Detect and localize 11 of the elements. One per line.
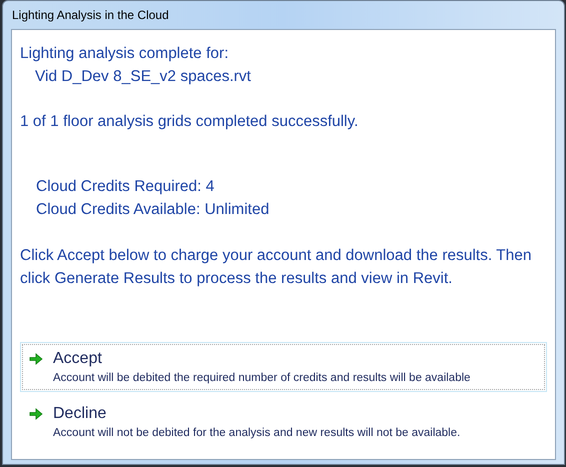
summary-text: 1 of 1 floor analysis grids completed successfully. — [20, 112, 358, 132]
credits-text: Cloud Credits Available: Unlimited — [36, 200, 270, 220]
command-link[interactable]: Decline Account will not be debited for the analysis and new results will not be available. — [20, 397, 547, 447]
heading-text: Lighting analysis complete for: — [20, 44, 229, 64]
arrow-icon — [29, 353, 43, 365]
credits-text: Cloud Credits Required: 4 — [36, 177, 214, 197]
window-title: Lighting Analysis in the Cloud — [11, 7, 169, 24]
instruction-text: Click Accept below to charge your account and download the results. Then click Generate Results to process the results and view in Revit. — [20, 246, 533, 289]
command-link[interactable]: Accept Account will be debited the required number of credits and results will be available — [20, 342, 547, 392]
arrow-icon — [29, 408, 43, 420]
file-name: Vid D_Dev 8_SE_v2 spaces.rvt — [34, 67, 251, 87]
